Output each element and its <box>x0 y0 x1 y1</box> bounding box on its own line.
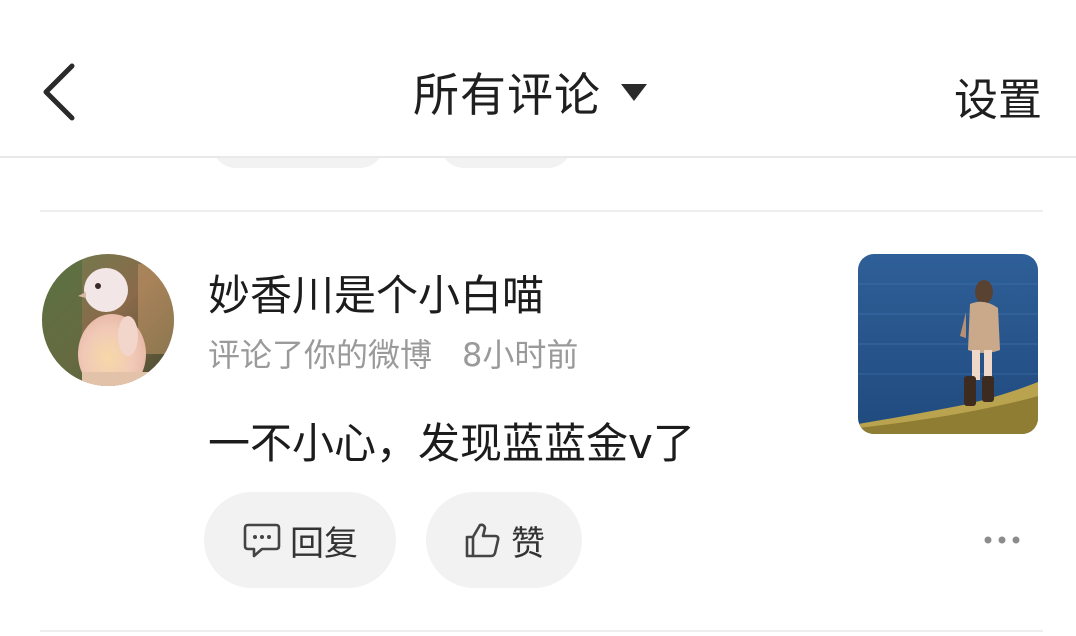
reply-button[interactable]: 回复 <box>204 492 396 588</box>
username[interactable]: 妙香川是个小白喵 <box>208 262 544 323</box>
post-thumbnail[interactable] <box>858 254 1038 434</box>
timestamp: 8小时前 <box>462 336 579 374</box>
divider <box>40 630 1043 632</box>
settings-button[interactable]: 设置 <box>954 64 1042 128</box>
more-horizontal-icon <box>984 536 1020 544</box>
action-text: 评论了你的微博 <box>208 336 433 374</box>
comment-filter-dropdown[interactable]: 所有评论 <box>413 60 647 124</box>
chevron-left-icon <box>43 63 75 121</box>
comment-icon <box>243 523 281 558</box>
like-button[interactable]: 赞 <box>426 492 582 588</box>
avatar[interactable] <box>42 254 174 386</box>
back-button[interactable] <box>38 60 82 124</box>
comment-meta: 评论了你的微博 8小时前 <box>208 330 578 376</box>
page-title: 所有评论 <box>413 68 601 122</box>
thumbs-up-icon <box>465 523 500 558</box>
reply-label: 回复 <box>290 523 358 564</box>
more-options-button[interactable] <box>980 528 1024 552</box>
comment-text[interactable]: 一不小心，发现蓝蓝金v了 <box>208 410 695 471</box>
like-label: 赞 <box>511 523 545 564</box>
divider <box>40 210 1043 212</box>
caret-down-icon <box>621 83 647 101</box>
top-navigation-bar: 所有评论 设置 <box>0 0 1076 158</box>
